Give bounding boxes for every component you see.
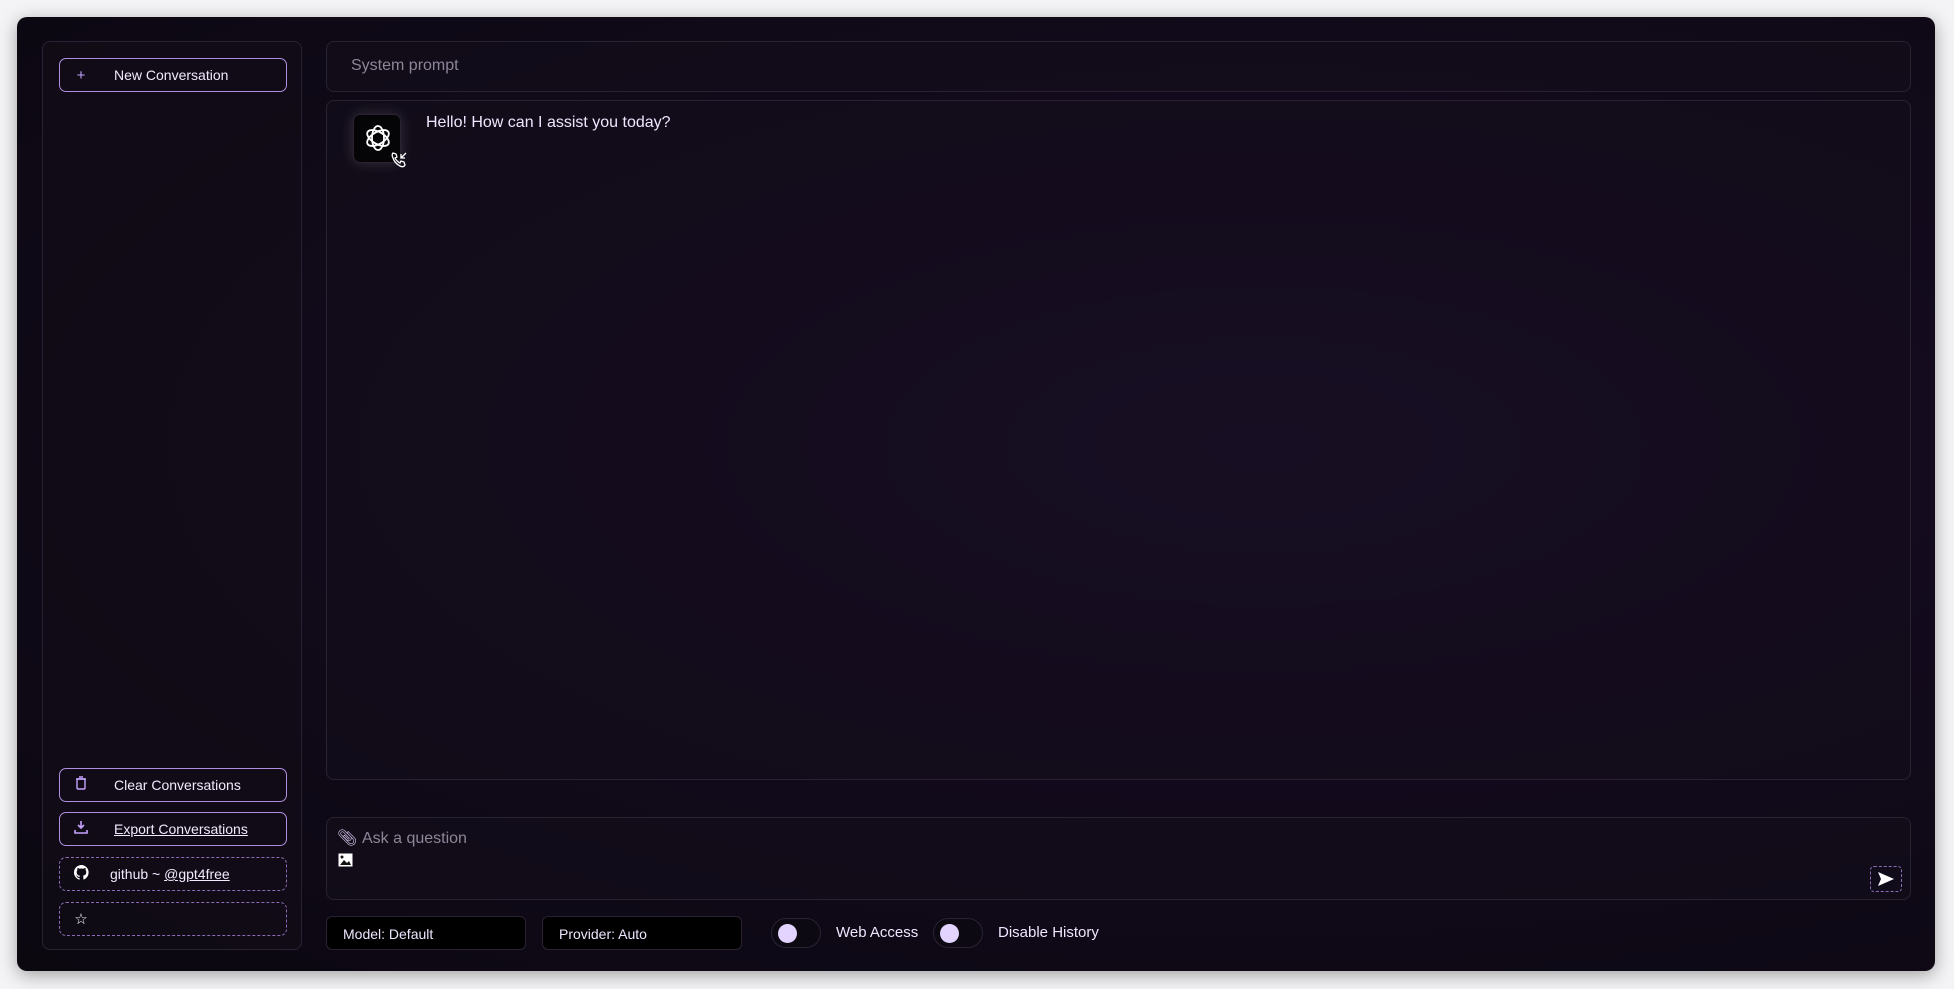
download-icon: [72, 820, 90, 838]
assistant-avatar: [353, 114, 407, 168]
star-box[interactable]: ☆: [59, 902, 287, 936]
star-icon: ☆: [74, 911, 88, 928]
sidebar: + New Conversation Clear Conversations Ex…: [42, 41, 302, 950]
provider-select[interactable]: Provider: Auto: [542, 916, 742, 950]
github-link-box: github ~ @gpt4free: [59, 857, 287, 891]
system-prompt-placeholder: System prompt: [351, 57, 459, 74]
github-icon: [72, 864, 90, 884]
openai-logo-icon: [366, 125, 390, 151]
phone-incoming-icon: [391, 152, 407, 168]
new-conversation-button[interactable]: + New Conversation: [59, 58, 287, 92]
send-button[interactable]: [1870, 866, 1902, 892]
web-access-label: Web Access: [836, 924, 919, 941]
disable-history-toggle[interactable]: [933, 918, 983, 948]
trash-icon: [72, 776, 90, 794]
github-prefix: github ~: [110, 866, 165, 882]
disable-history-label: Disable History: [998, 924, 1099, 941]
chat-box: Hello! How can I assist you today?: [326, 100, 1911, 780]
web-access-toggle[interactable]: [771, 918, 821, 948]
model-select[interactable]: Model: Default: [326, 916, 526, 950]
input-placeholder: Ask a question: [362, 830, 467, 847]
export-conversations-label: Export Conversations: [114, 821, 248, 837]
send-icon: [1878, 872, 1894, 886]
plus-icon: +: [76, 66, 86, 84]
assistant-message: Hello! How can I assist you today?: [426, 114, 671, 131]
export-conversations-button[interactable]: Export Conversations: [59, 812, 287, 846]
system-prompt-input[interactable]: System prompt: [326, 41, 1911, 92]
clear-conversations-label: Clear Conversations: [114, 777, 241, 793]
github-link[interactable]: @gpt4free: [164, 866, 230, 882]
paperclip-icon[interactable]: 📎︎: [337, 828, 357, 848]
new-conversation-label: New Conversation: [114, 67, 229, 83]
image-icon[interactable]: [338, 853, 353, 867]
message-input[interactable]: 📎︎ Ask a question: [326, 817, 1911, 900]
app-window: + New Conversation Clear Conversations Ex…: [17, 17, 1935, 971]
clear-conversations-button[interactable]: Clear Conversations: [59, 768, 287, 802]
